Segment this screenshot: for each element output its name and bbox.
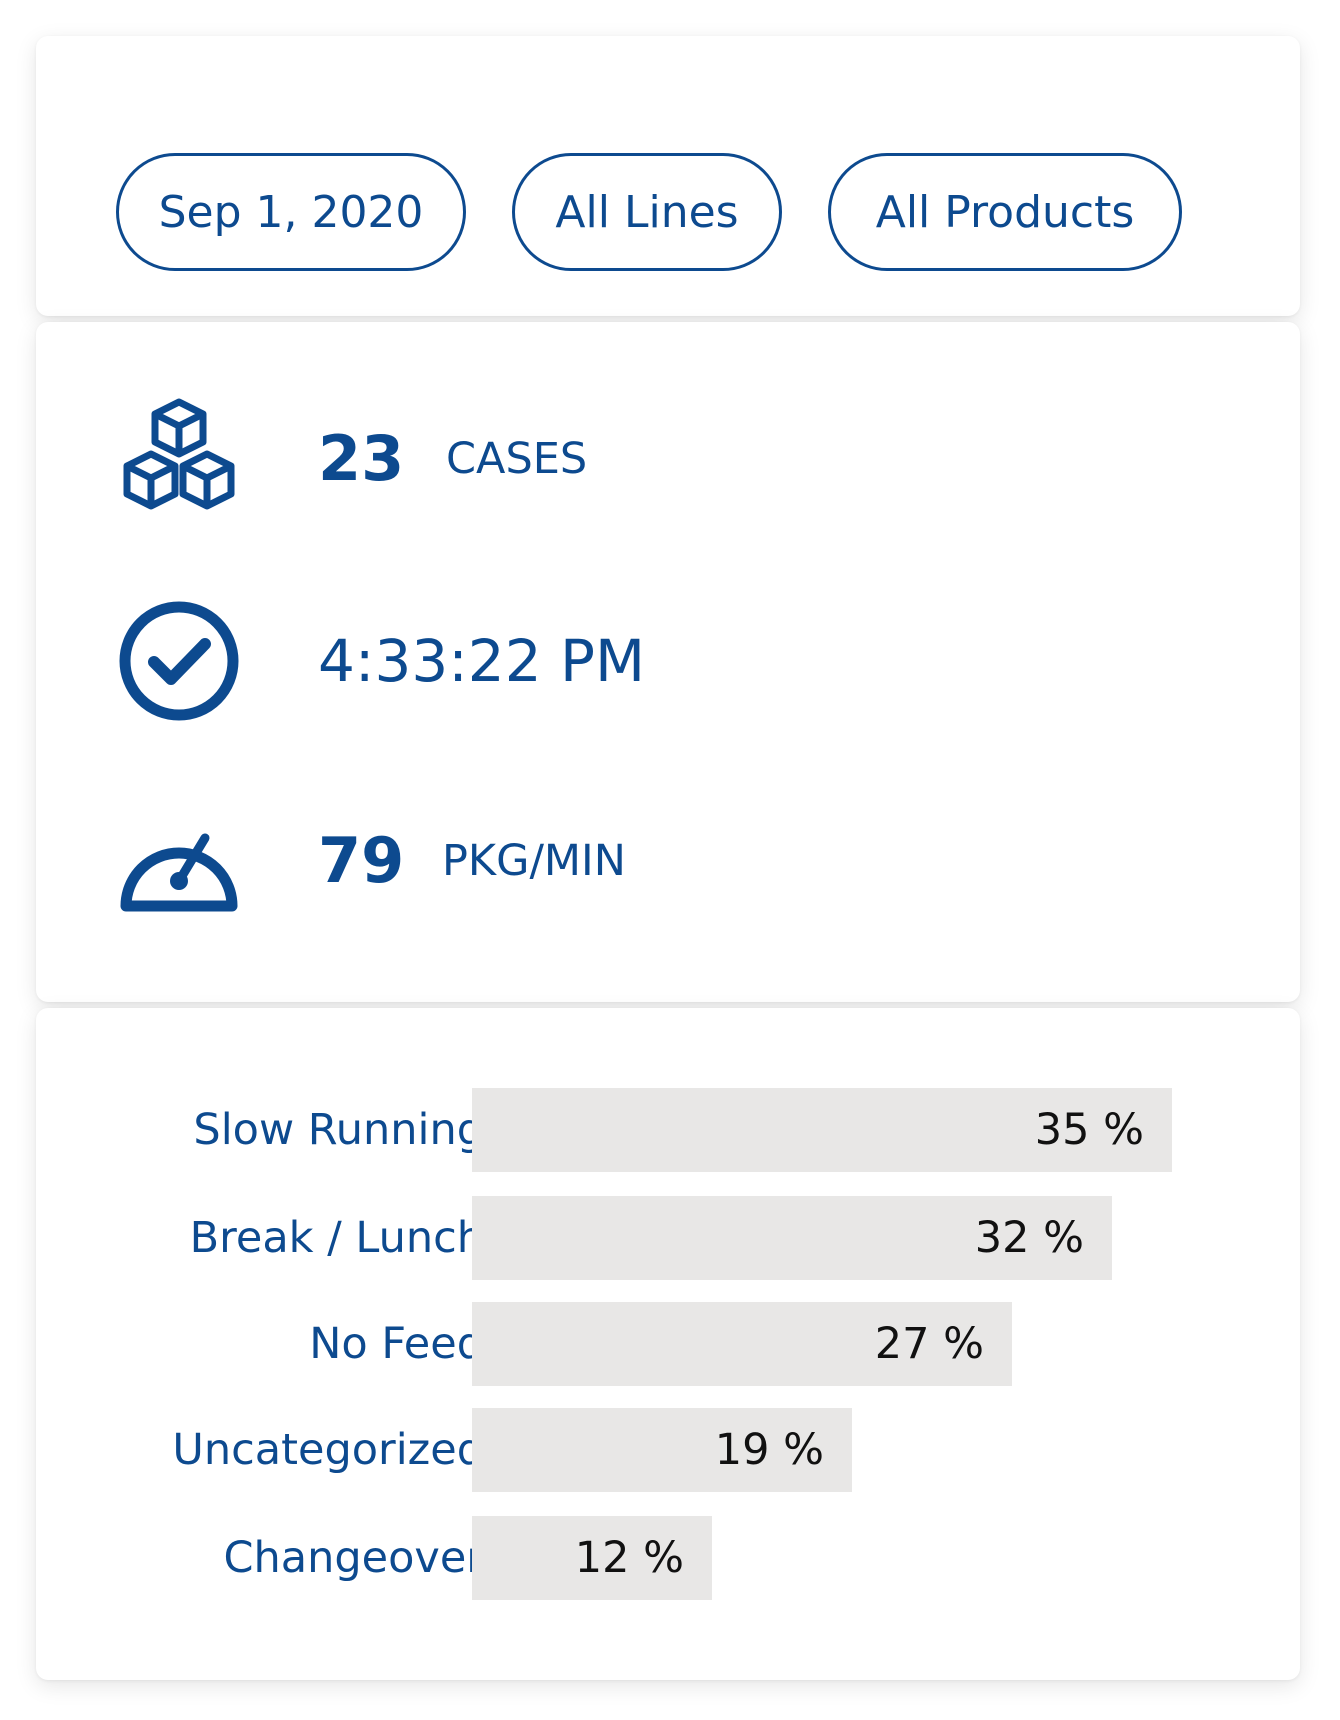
reason-percent: 12 % [574,1533,684,1583]
speed-value: 79 [318,824,405,897]
check-circle-icon [119,601,239,721]
filters-card: Sep 1, 2020 All Lines All Products [36,36,1300,316]
lines-filter-button[interactable]: All Lines [512,153,782,271]
speedometer-icon [120,833,238,912]
reason-row: Changeover 12 % [36,1516,1300,1600]
cases-stat: 23 CASES [36,394,1300,524]
products-filter-button[interactable]: All Products [828,153,1182,271]
reason-percent: 35 % [1034,1105,1144,1155]
reason-label: Changeover [223,1533,484,1583]
reason-label: Break / Lunch [189,1213,484,1263]
reason-label: No Feed [309,1319,484,1369]
time-stat: 4:33:22 PM [36,596,1300,726]
reason-label: Slow Running [193,1105,484,1155]
reason-percent: 19 % [714,1425,824,1475]
reason-percent: 32 % [974,1213,1084,1263]
reason-bar: 12 % [472,1516,712,1600]
reason-bar: 19 % [472,1408,852,1492]
reason-bar: 32 % [472,1196,1112,1280]
reason-row: Uncategorized 19 % [36,1408,1300,1492]
reason-percent: 27 % [874,1319,984,1369]
reason-row: Slow Running 35 % [36,1088,1300,1172]
reason-bar: 27 % [472,1302,1012,1386]
time-value: 4:33:22 PM [318,627,646,695]
reason-row: Break / Lunch 32 % [36,1196,1300,1280]
date-filter-button[interactable]: Sep 1, 2020 [116,153,466,271]
cubes-icon [123,398,235,510]
speed-unit: PKG/MIN [442,836,626,886]
downtime-reasons-card: Slow Running 35 % Break / Lunch 32 % No Feed… [36,1008,1300,1680]
speed-stat: 79 PKG/MIN [36,796,1300,926]
cases-value: 23 [318,422,405,495]
reason-row: No Feed 27 % [36,1302,1300,1386]
cases-unit: CASES [446,434,588,484]
reason-label: Uncategorized [172,1425,484,1475]
stats-card: 23 CASES 4:33:22 PM 79 PKG/MIN [36,322,1300,1002]
reason-bar: 35 % [472,1088,1172,1172]
